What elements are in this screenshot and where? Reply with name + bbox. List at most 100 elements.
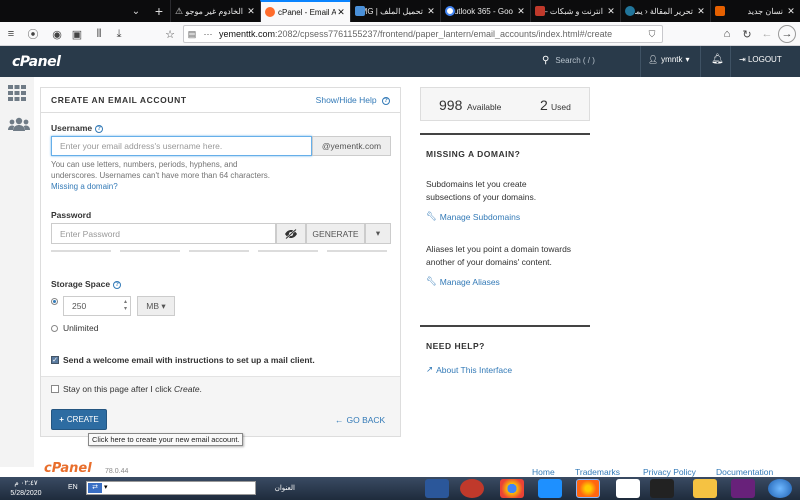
spinner-icon[interactable]: ▴ ▾ <box>124 299 127 313</box>
star-icon[interactable]: ☆ <box>161 25 179 43</box>
domain-select[interactable]: @yementk.com <box>312 136 391 156</box>
browser-tab-active[interactable]: cPanel - Email Acc ✕ <box>260 0 350 22</box>
sidebar-icon[interactable]: ▣ <box>68 25 86 43</box>
tab-favicon <box>625 6 635 16</box>
folder-icon[interactable] <box>693 479 717 498</box>
shield-icon[interactable]: ⛉ <box>644 29 660 40</box>
footer-link-home[interactable]: Home <box>532 467 555 477</box>
media-player-icon[interactable] <box>460 479 484 498</box>
grid-icon[interactable] <box>8 85 26 101</box>
caret-down-icon: ▾ <box>161 300 166 311</box>
browser-tab[interactable]: انترنت و شبكات – يم ✕ <box>530 0 620 22</box>
calendar-icon[interactable] <box>616 479 640 498</box>
footer-link-trademarks[interactable]: Trademarks <box>575 467 620 477</box>
password-strength-segment <box>258 250 318 252</box>
close-icon[interactable]: ✕ <box>336 7 346 18</box>
close-icon[interactable]: ✕ <box>696 6 706 17</box>
footer-link-privacy[interactable]: Privacy Policy <box>643 467 696 477</box>
page-actions-icon[interactable]: ⋯ <box>200 29 216 40</box>
browser-tab[interactable]: تحرير المقالة ‹ يمن ✕ <box>620 0 710 22</box>
close-icon[interactable]: ✕ <box>786 6 796 17</box>
unlimited-label: Unlimited <box>63 323 99 333</box>
about-interface-link[interactable]: ↗ About This Interface <box>426 364 512 375</box>
generate-password-button[interactable]: GENERATE <box>306 223 365 244</box>
password-input[interactable]: Enter Password <box>51 223 276 244</box>
storage-unit-label: MB <box>146 301 160 311</box>
users-icon[interactable] <box>8 117 30 131</box>
welcome-email-checkbox[interactable]: ✓ <box>51 356 59 364</box>
word-app-icon[interactable] <box>425 479 449 498</box>
tab-title: نسان جديد <box>747 6 783 16</box>
forward-icon[interactable]: ← <box>758 25 776 43</box>
user-menu[interactable]: 👤︎ ymntk ▾ <box>648 55 690 64</box>
library-icon[interactable]: ⦿ <box>24 25 42 43</box>
help-icon[interactable]: ? <box>113 281 122 289</box>
language-indicator[interactable]: EN <box>68 484 78 491</box>
firefox-icon[interactable] <box>576 479 600 498</box>
used-label: Used <box>551 102 571 112</box>
new-tab-icon[interactable]: + <box>148 0 170 22</box>
help-icon: ? <box>382 97 390 105</box>
browser-tab[interactable]: ⚠ الخادوم غير موجود ✕ <box>170 0 260 22</box>
search-box[interactable]: ⚲ Search ( / ) <box>542 55 595 66</box>
username-hint-line: underscores. Usernames can't have more t… <box>51 171 270 180</box>
username-label: ymntk <box>661 55 683 64</box>
reader-icon[interactable]: ▤ <box>184 29 200 40</box>
create-button[interactable]: + CREATE <box>51 409 107 430</box>
vs-icon[interactable] <box>731 479 755 498</box>
account-icon[interactable]: ◉ <box>48 25 66 43</box>
download-icon[interactable]: ⤓ <box>110 25 128 43</box>
reload-icon[interactable]: ↻ <box>738 25 756 43</box>
start-button[interactable] <box>768 479 792 498</box>
menu-icon[interactable]: ≡ <box>2 25 20 43</box>
storage-quota-input[interactable]: 250 ▴ ▾ <box>63 296 131 316</box>
tab-title: انترنت و شبكات – يم <box>545 6 603 16</box>
tab-list-icon[interactable]: ⌄ <box>124 0 148 22</box>
browser-tab[interactable]: تحميل الملف | IMG ✕ <box>350 0 440 22</box>
home-icon[interactable]: ⌂ <box>718 25 736 43</box>
storage-unlimited-radio[interactable] <box>51 325 58 332</box>
section-divider <box>420 133 590 135</box>
ie-icon[interactable] <box>538 479 562 498</box>
address-bar[interactable]: ▤ ⋯ yementtk.com:2082/cpsess7761155237/f… <box>183 25 663 43</box>
logout-label: LOGOUT <box>747 55 782 64</box>
missing-domain-link[interactable]: Missing a domain? <box>51 181 270 192</box>
storage-unit-select[interactable]: MB ▾ <box>137 296 175 316</box>
manage-subdomains-link[interactable]: 🔧︎ Manage Subdomains <box>426 211 520 222</box>
footer-link-documentation[interactable]: Documentation <box>716 467 773 477</box>
toggle-visibility-button[interactable] <box>276 223 306 244</box>
close-icon[interactable]: ✕ <box>426 6 436 17</box>
media-app-icon[interactable] <box>650 479 674 498</box>
url-path: :2082/cpsess7761155237/frontend/paper_la… <box>275 29 613 39</box>
close-icon[interactable]: ✕ <box>606 6 616 17</box>
generate-options-button[interactable]: ▾ <box>365 223 391 244</box>
chrome-icon[interactable] <box>500 479 524 498</box>
stay-on-page-label-emphasis: Create <box>174 384 200 394</box>
address-toolbar-go-icon[interactable]: ⇄ <box>88 483 102 493</box>
cpanel-logo[interactable]: cPanel <box>12 54 61 70</box>
tab-title: تحميل الملف | IMG <box>365 6 423 16</box>
logout-button[interactable]: ⇥ LOGOUT <box>739 55 782 64</box>
bookmarks-icon[interactable]: ⫴ <box>90 25 108 43</box>
missing-domain-text: Subdomains let you create subsections of… <box>426 179 537 202</box>
back-icon[interactable]: → <box>778 25 796 43</box>
close-icon[interactable]: ✕ <box>516 6 526 17</box>
system-clock[interactable]: ٠٢:٤٧ م 5/28/2020 <box>2 479 50 499</box>
dropdown-icon[interactable]: ▾ <box>104 483 108 491</box>
password-strength-segment <box>327 250 387 252</box>
storage-limited-radio[interactable] <box>51 298 58 305</box>
address-toolbar[interactable]: ⇄ ▾ العنوان <box>86 481 295 495</box>
available-count: 998 <box>439 97 463 113</box>
manage-aliases-link[interactable]: 🔧︎ Manage Aliases <box>426 276 500 287</box>
bell-icon[interactable]: 🔔︎ <box>711 54 724 65</box>
help-icon[interactable]: ? <box>95 125 104 133</box>
close-icon[interactable]: ✕ <box>246 6 256 17</box>
go-back-link[interactable]: ← GO BACK <box>335 415 385 425</box>
arrow-left-icon: ← <box>335 415 344 425</box>
stay-on-page-checkbox[interactable] <box>51 385 59 393</box>
show-hide-help-link[interactable]: Show/Hide Help ? <box>316 95 390 105</box>
stay-on-page-label-suffix: . <box>199 384 202 394</box>
browser-tab[interactable]: نسان جديد ✕ <box>710 0 800 22</box>
browser-tab[interactable]: outlook 365 - Goo ✕ <box>440 0 530 22</box>
username-input[interactable]: Enter your email address's username here… <box>51 136 312 156</box>
